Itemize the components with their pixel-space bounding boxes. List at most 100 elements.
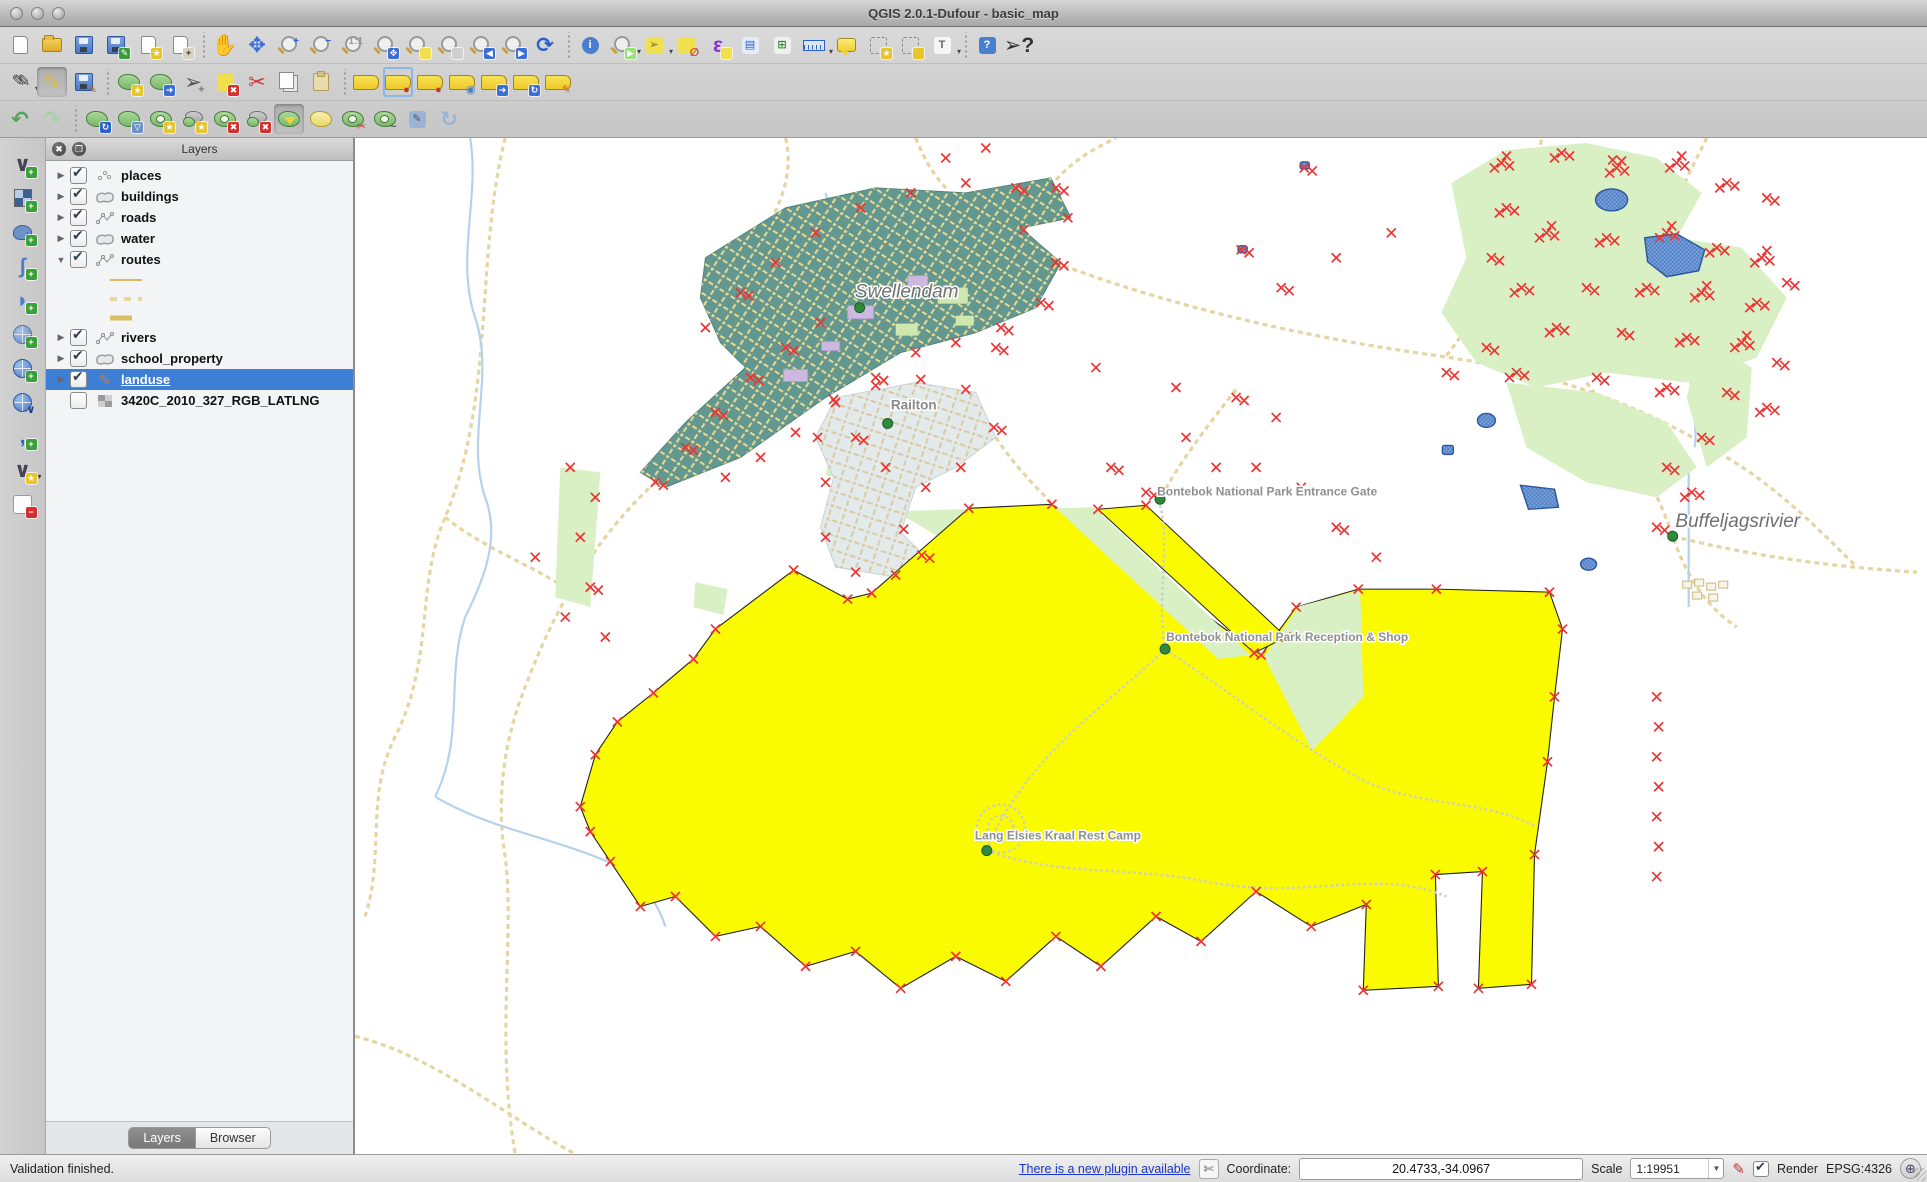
paste-features-button[interactable] [306,67,336,97]
layer-visibility-checkbox[interactable] [70,329,87,346]
attribute-table-button[interactable]: ▤ [735,30,765,60]
help-contents-button[interactable]: ? [972,30,1002,60]
identify-features-button[interactable]: i [575,30,605,60]
map-canvas[interactable]: SwellendamRailtonBontebok National Park … [354,138,1927,1154]
add-mssql-layer-button[interactable]: ◗+ [8,285,38,315]
layer-labeling-button[interactable] [351,67,381,97]
layer-visibility-checkbox[interactable] [70,392,87,409]
layer-symbology-item[interactable] [46,270,353,289]
render-checkbox[interactable] [1753,1161,1769,1177]
merge-attributes-button[interactable]: ✎ [402,104,432,134]
pan-map-button[interactable]: ✋ [210,30,240,60]
layer-visibility-checkbox[interactable] [70,350,87,367]
expand-icon[interactable]: ▶ [54,332,68,343]
highlight-pinned-labels-button[interactable]: ● [415,67,445,97]
new-bookmark-button[interactable]: ★ [863,30,893,60]
layer-item-buildings[interactable]: ▶buildings [46,186,353,207]
split-features-button[interactable]: ✂ [338,104,368,134]
copy-features-button[interactable] [274,67,304,97]
new-print-composer-button[interactable]: ★ [133,30,163,60]
add-wfs-layer-button[interactable]: ∨ [8,387,38,417]
redo-button[interactable]: ↷ [37,104,67,134]
whats-this-button[interactable]: ➢? [1004,30,1034,60]
move-label-button[interactable]: ➜ [479,67,509,97]
zoom-last-button[interactable]: ◀ [466,30,496,60]
scale-edit-icon[interactable]: ✎ [1732,1160,1745,1178]
delete-part-button[interactable]: ✖ [242,104,272,134]
plugin-available-link[interactable]: There is a new plugin available [1019,1162,1191,1176]
pin-labels-button[interactable]: ● [383,67,413,97]
map-refresh-button[interactable]: ⟳ [530,30,560,60]
add-vector-layer-button[interactable]: ∨+ [8,149,38,179]
add-spatialite-layer-button[interactable]: ʃ+ [8,251,38,281]
zoom-in-button[interactable]: + [274,30,304,60]
save-layer-edits-button[interactable]: ✎ [69,67,99,97]
zoom-to-selection-button[interactable] [402,30,432,60]
layer-item-water[interactable]: ▶water [46,228,353,249]
zoom-next-button[interactable]: ▶ [498,30,528,60]
layer-visibility-checkbox[interactable] [70,209,87,226]
save-project-button[interactable] [69,30,99,60]
map-tips-button[interactable] [831,30,861,60]
chevron-down-icon[interactable]: ▼ [1708,1159,1723,1178]
rotate-feature-button[interactable]: ↻ [82,104,112,134]
open-project-button[interactable] [37,30,67,60]
expand-icon[interactable]: ▶ [54,170,68,181]
add-part-button[interactable]: ★ [178,104,208,134]
change-label-button[interactable]: ✎ [543,67,573,97]
current-edits-button[interactable]: ✎✎▾ [5,67,35,97]
expand-icon[interactable]: ▶ [54,212,68,223]
layer-visibility-checkbox[interactable] [70,167,87,184]
add-raster-layer-button[interactable]: + [8,183,38,213]
scale-combo[interactable]: 1:19951 ▼ [1630,1158,1724,1179]
zoom-full-button[interactable]: ✥ [370,30,400,60]
toggle-editing-button[interactable]: ✎ [37,67,67,97]
remove-layer-button[interactable]: − [8,489,38,519]
add-wcs-layer-button[interactable]: + [8,353,38,383]
reshape-features-button[interactable] [274,104,304,134]
layer-symbology-item[interactable] [46,289,353,308]
save-project-as-button[interactable]: ✎ [101,30,131,60]
layer-visibility-checkbox[interactable] [70,230,87,247]
undo-button[interactable]: ↶ [5,104,35,134]
new-project-button[interactable] [5,30,35,60]
expand-icon[interactable]: ▶ [54,233,68,244]
delete-selected-button[interactable]: ✖ [210,67,240,97]
expand-icon[interactable]: ▶ [54,191,68,202]
tab-browser[interactable]: Browser [196,1127,271,1149]
show-hide-labels-button[interactable]: ◉ [447,67,477,97]
cut-features-button[interactable]: ✂ [242,67,272,97]
expand-icon[interactable]: ▶ [54,374,68,385]
rotate-point-symbols-button[interactable]: ↻ [434,104,464,134]
rotate-label-button[interactable]: ↻ [511,67,541,97]
split-parts-button[interactable]: ~ [370,104,400,134]
text-annotation-button[interactable]: T▾ [927,30,957,60]
select-features-button[interactable]: ➢▾ [639,30,669,60]
new-shapefile-layer-button[interactable]: ∨★▾ [8,455,38,485]
layer-item-rivers[interactable]: ▶rivers [46,327,353,348]
add-ring-button[interactable]: ★ [146,104,176,134]
plugin-icon[interactable]: ✄ [1199,1159,1219,1179]
layer-item-school_property[interactable]: ▶school_property [46,348,353,369]
layer-symbology-item[interactable] [46,308,353,327]
tab-layers[interactable]: Layers [128,1127,196,1149]
pan-to-selection-button[interactable]: ✥ [242,30,272,60]
collapse-icon[interactable]: ▼ [54,255,68,265]
node-tool-button[interactable]: ➢✦ [178,67,208,97]
layer-item-3420C_2010_327_RGB_LATLNG[interactable]: 3420C_2010_327_RGB_LATLNG [46,390,353,411]
layer-visibility-checkbox[interactable] [70,188,87,205]
move-feature-button[interactable]: ➜ [146,67,176,97]
zoom-native-button[interactable]: 1:1 [338,30,368,60]
layer-item-landuse[interactable]: ▶✎landuse [46,369,353,390]
add-delimited-text-layer-button[interactable]: ,+ [8,421,38,451]
measure-button[interactable]: ▾ [799,30,829,60]
delete-ring-button[interactable]: ✖ [210,104,240,134]
resize-grip[interactable] [1913,1168,1926,1181]
add-feature-button[interactable]: ★ [114,67,144,97]
layer-item-roads[interactable]: ▶roads [46,207,353,228]
composer-manager-button[interactable]: ✦ [165,30,195,60]
layer-item-routes[interactable]: ▼routes [46,249,353,270]
show-bookmarks-button[interactable] [895,30,925,60]
deselect-features-button[interactable]: ∅ [671,30,701,60]
add-wms-layer-button[interactable]: + [8,319,38,349]
